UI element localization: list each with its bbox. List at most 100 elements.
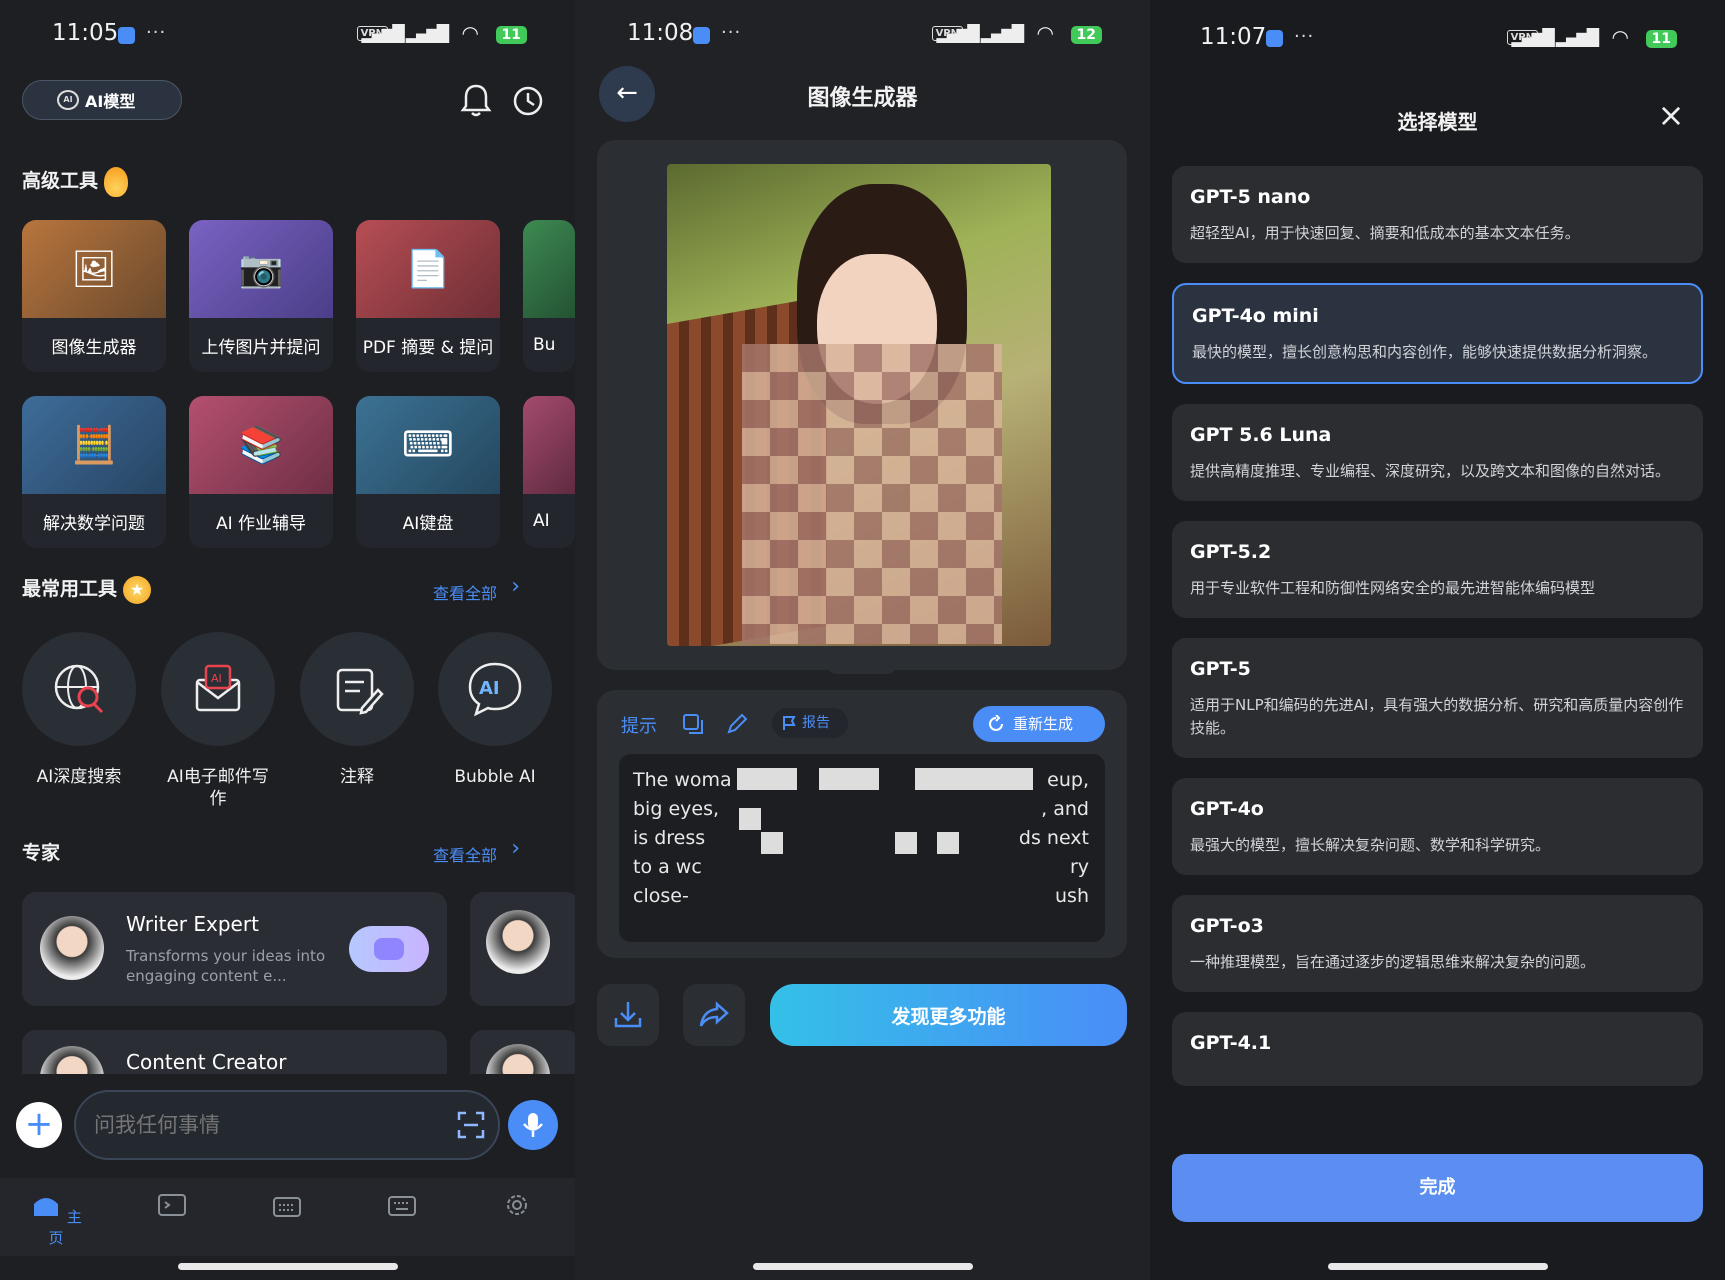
model-option[interactable]: GPT-4o 最强大的模型，擅长解决复杂问题、数学和科学研究。 bbox=[1172, 778, 1703, 875]
tool-partial-ai[interactable]: AI bbox=[523, 396, 575, 548]
model-desc: 最强大的模型，擅长解决复杂问题、数学和科学研究。 bbox=[1190, 836, 1551, 854]
tool-math-solver[interactable]: 🧮 解决数学问题 bbox=[22, 396, 166, 548]
model-option[interactable]: GPT-5 nano 超轻型AI，用于快速回复、摘要和低成本的基本文本任务。 bbox=[1172, 166, 1703, 263]
download-button[interactable] bbox=[597, 984, 659, 1046]
frequent-tools-title: 最常用工具 bbox=[22, 578, 118, 600]
tool-image-generator[interactable]: 🖼 图像生成器 bbox=[22, 220, 166, 372]
scan-icon[interactable] bbox=[456, 1110, 486, 1140]
nav-console[interactable] bbox=[142, 1192, 202, 1226]
bell-icon[interactable] bbox=[458, 82, 494, 118]
history-icon[interactable] bbox=[510, 82, 546, 118]
bottom-nav: 主页 bbox=[0, 1178, 575, 1256]
home-indicator bbox=[1327, 1263, 1548, 1270]
ask-input[interactable] bbox=[74, 1090, 500, 1160]
tool-upload-image[interactable]: 📷 上传图片并提问 bbox=[189, 220, 333, 372]
tool-label: 解决数学问题 bbox=[22, 494, 166, 548]
status-bar: 11:07 ··· VPN ▂▄▆█ ▂▄▆█ ◠ 11 bbox=[1150, 18, 1725, 54]
freq-tool-bubble-ai[interactable]: AI Bubble AI bbox=[438, 632, 552, 788]
tool-homework-helper[interactable]: 📚 AI 作业辅导 bbox=[189, 396, 333, 548]
chevron-right-icon[interactable]: › bbox=[511, 836, 520, 861]
share-button[interactable] bbox=[683, 984, 745, 1046]
nav-ai-keyboard[interactable] bbox=[257, 1192, 317, 1226]
svg-text:AI: AI bbox=[479, 678, 500, 699]
generated-image-card bbox=[597, 140, 1127, 670]
status-time: 11:05 bbox=[52, 20, 119, 46]
freq-tool-label: Bubble AI bbox=[454, 767, 536, 787]
freq-tool-label: AI深度搜索 bbox=[36, 767, 122, 787]
edit-pencil-icon[interactable] bbox=[725, 712, 749, 736]
microphone-button[interactable] bbox=[508, 1100, 558, 1150]
expert-card-partial[interactable] bbox=[470, 892, 575, 1006]
generated-image[interactable] bbox=[667, 164, 1051, 646]
freq-tool-email-writer[interactable]: AI AI电子邮件写作 bbox=[161, 632, 275, 810]
chevron-right-icon[interactable]: › bbox=[511, 574, 520, 599]
model-option[interactable]: GPT-4.1 bbox=[1172, 1012, 1703, 1086]
nav-keyboard[interactable] bbox=[372, 1192, 432, 1226]
report-button[interactable]: 报告 bbox=[772, 708, 848, 738]
regenerate-button[interactable]: 重新生成 bbox=[973, 706, 1105, 742]
close-icon[interactable]: × bbox=[1655, 99, 1687, 132]
model-desc: 适用于NLP和编码的先进AI，具有强大的数据分析、研究和高质量内容创作技能。 bbox=[1190, 696, 1684, 737]
expert-card-writer[interactable]: Writer Expert Transforms your ideas into… bbox=[22, 892, 447, 1006]
redaction-block bbox=[915, 768, 1033, 790]
view-all-experts-link[interactable]: 查看全部 bbox=[433, 842, 497, 866]
prompt-textbox[interactable]: The woma big eyes, is dress to a wc clos… bbox=[619, 754, 1105, 942]
signal-icon: ▂▄▆█ ▂▄▆█ bbox=[361, 24, 449, 43]
prompt-card: 提示 报告 重新生成 The woma big eyes, is dress t… bbox=[597, 690, 1127, 958]
ai-model-chip[interactable]: AI AI模型 bbox=[22, 80, 182, 120]
avatar bbox=[486, 910, 550, 974]
model-name: GPT-4.1 bbox=[1190, 1032, 1272, 1054]
model-option-selected[interactable]: GPT-4o mini 最快的模型，擅长创意构思和内容创作，能够快速提供数据分析… bbox=[1172, 283, 1703, 384]
model-option[interactable]: GPT-5.2 用于专业软件工程和防御性网络安全的最先进智能体编码模型 bbox=[1172, 521, 1703, 618]
gear-icon bbox=[507, 1195, 527, 1215]
freq-tool-annotate[interactable]: 注释 bbox=[300, 632, 414, 788]
copy-icon[interactable] bbox=[681, 712, 705, 736]
done-button[interactable]: 完成 bbox=[1172, 1154, 1703, 1222]
nav-settings[interactable] bbox=[487, 1192, 547, 1226]
app-notification-icon bbox=[1266, 30, 1283, 47]
svg-text:AI: AI bbox=[211, 672, 222, 685]
discover-more-button[interactable]: 发现更多功能 bbox=[770, 984, 1127, 1046]
prompt-tab[interactable]: 提示 bbox=[621, 712, 657, 738]
signal-icon: ▂▄▆█ ▂▄▆█ bbox=[1511, 28, 1599, 47]
prompt-fragment: , and bbox=[1041, 798, 1089, 820]
keyboard-icon bbox=[388, 1196, 416, 1216]
status-bar: 11:05 ··· VPN ▂▄▆█ ▂▄▆█ ◠ 11 bbox=[0, 18, 575, 54]
app-notification-icon bbox=[118, 27, 135, 44]
redaction-block bbox=[895, 832, 917, 854]
sheet-title: 选择模型 bbox=[1397, 110, 1478, 134]
image-generator-art: 🖼 bbox=[22, 220, 166, 318]
pdf-icon: 📄 bbox=[405, 249, 451, 290]
battery-icon: 11 bbox=[495, 26, 527, 44]
flag-icon bbox=[783, 716, 796, 730]
expert-name: Writer Expert bbox=[126, 912, 259, 936]
chat-button[interactable] bbox=[349, 926, 429, 972]
wifi-icon: ◠ bbox=[1036, 21, 1054, 45]
freq-tool-deep-search[interactable]: AI深度搜索 bbox=[22, 632, 136, 788]
picture-icon: 🖼 bbox=[71, 249, 117, 290]
model-name: GPT-o3 bbox=[1190, 915, 1264, 937]
ai-model-label: AI模型 bbox=[85, 92, 136, 111]
keyboard-icon: ⌨ bbox=[402, 424, 454, 466]
star-badge-icon: ★ bbox=[123, 575, 152, 604]
redaction-block bbox=[761, 832, 783, 854]
home-icon bbox=[34, 1198, 59, 1216]
view-all-tools-link[interactable]: 查看全部 bbox=[433, 580, 497, 604]
status-more: ··· bbox=[146, 22, 167, 43]
tool-ai-keyboard[interactable]: ⌨ AI键盘 bbox=[356, 396, 500, 548]
model-option[interactable]: GPT-o3 一种推理模型，旨在通过逐步的逻辑思维来解决复杂的问题。 bbox=[1172, 895, 1703, 992]
model-desc: 用于专业软件工程和防御性网络安全的最先进智能体编码模型 bbox=[1190, 579, 1596, 597]
redaction-block bbox=[739, 808, 761, 830]
model-option[interactable]: GPT-5 适用于NLP和编码的先进AI，具有强大的数据分析、研究和高质量内容创… bbox=[1172, 638, 1703, 758]
tool-pdf-summary[interactable]: 📄 PDF 摘要 & 提问 bbox=[356, 220, 500, 372]
app-notification-icon bbox=[693, 27, 710, 44]
model-option[interactable]: GPT 5.6 Luna 提供高精度推理、专业编程、深度研究，以及跨文本和图像的… bbox=[1172, 404, 1703, 501]
tool-partial-bu[interactable]: Bu bbox=[523, 220, 575, 372]
add-button[interactable]: + bbox=[16, 1102, 62, 1148]
nav-home[interactable]: 主页 bbox=[26, 1192, 86, 1248]
model-desc: 提供高精度推理、专业编程、深度研究，以及跨文本和图像的自然对话。 bbox=[1190, 462, 1671, 480]
advanced-tools-title: 高级工具 bbox=[22, 170, 99, 192]
page-title: 图像生成器 bbox=[807, 86, 918, 111]
download-icon bbox=[614, 1002, 642, 1028]
battery-icon: 12 bbox=[1070, 26, 1102, 44]
